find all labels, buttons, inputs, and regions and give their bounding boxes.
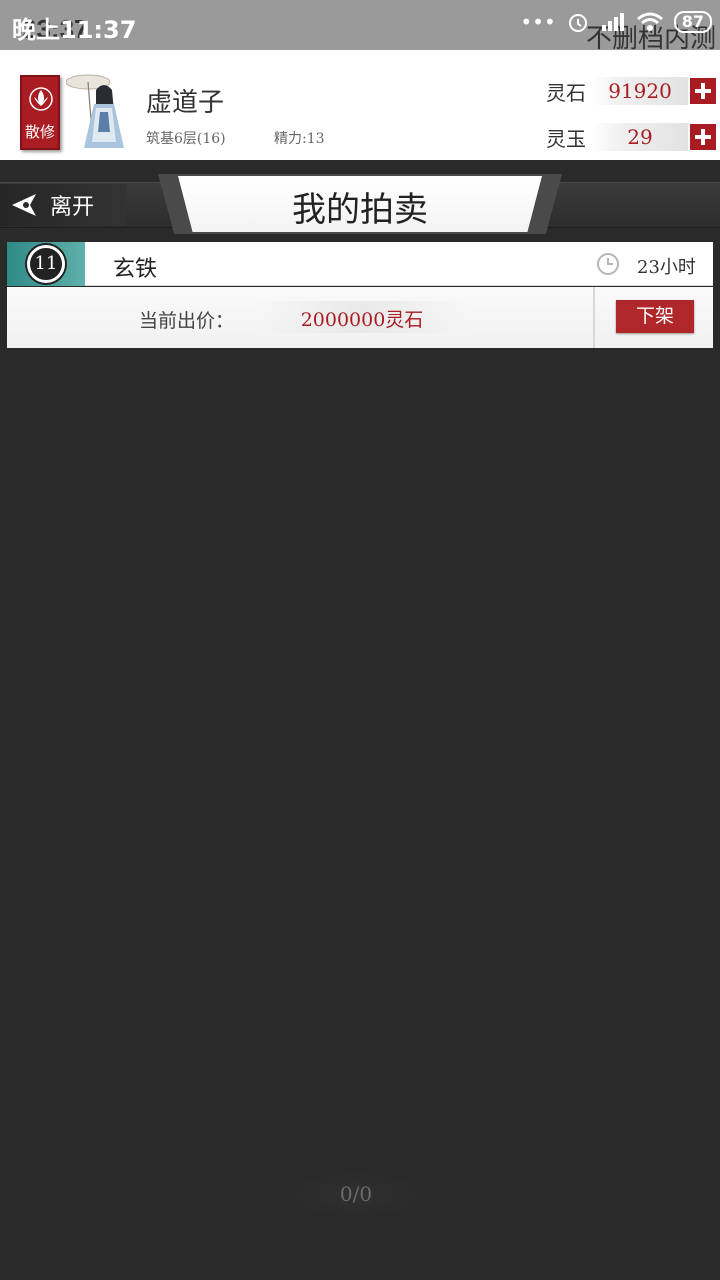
item-level-badge: 11 <box>27 245 65 283</box>
leave-button[interactable]: 离开 <box>0 184 126 226</box>
auction-item-header: 11 玄铁 23小时 <box>7 242 713 286</box>
alarm-icon <box>568 14 587 32</box>
price-value: 2000000灵石 <box>300 309 424 331</box>
more-dots-icon: ••• <box>520 10 556 34</box>
player-level: 筑基6层(16) <box>146 131 226 147</box>
currency-spirit-stone: 灵石 91920 <box>546 76 716 106</box>
currency-label: 灵石 <box>546 80 586 105</box>
status-bar: 23:37 晚上11:37 不删档内测 ••• 87 <box>0 0 720 54</box>
currency-spirit-jade: 灵玉 29 <box>546 122 716 152</box>
item-time-left: 23小时 <box>637 257 696 278</box>
signal-icon <box>601 13 624 31</box>
player-stamina: 精力:13 <box>274 131 325 147</box>
sect-badge[interactable]: 散修 <box>20 75 60 150</box>
add-spirit-jade-button[interactable] <box>690 124 716 150</box>
auction-item-body: 当前出价： 2000000灵石 下架 <box>7 287 713 348</box>
player-name: 虚道子 <box>146 88 225 118</box>
avatar[interactable] <box>66 72 138 150</box>
player-header: 散修 虚道子 筑基6层(16) 精力:13 灵石 91920 灵玉 29 <box>0 50 720 160</box>
leave-label: 离开 <box>50 195 95 220</box>
auction-item: 11 玄铁 23小时 当前出价： 2000000灵石 下架 <box>7 242 713 348</box>
price-label: 当前出价： <box>139 310 235 332</box>
battery-indicator: 87 <box>673 11 712 33</box>
wifi-icon <box>636 12 663 31</box>
status-icons: ••• 87 <box>520 10 712 34</box>
pagination: 0/0 <box>276 1170 436 1220</box>
delist-button[interactable]: 下架 <box>616 300 694 333</box>
add-spirit-stone-button[interactable] <box>690 78 716 104</box>
status-time: 晚上11:37 <box>12 16 137 44</box>
currency-value: 91920 <box>592 77 688 105</box>
clock-icon <box>597 253 619 275</box>
page-title: 我的拍卖 <box>292 190 428 230</box>
lotus-icon <box>29 87 53 111</box>
title-bar: 离开 我的拍卖 <box>0 174 720 238</box>
divider <box>593 287 595 348</box>
page-indicator: 0/0 <box>339 1182 373 1206</box>
currency-label: 灵玉 <box>546 126 586 151</box>
currency-value: 29 <box>592 123 688 151</box>
sect-label: 散修 <box>24 123 55 141</box>
back-arrow-icon <box>12 194 36 216</box>
item-name: 玄铁 <box>113 257 158 282</box>
